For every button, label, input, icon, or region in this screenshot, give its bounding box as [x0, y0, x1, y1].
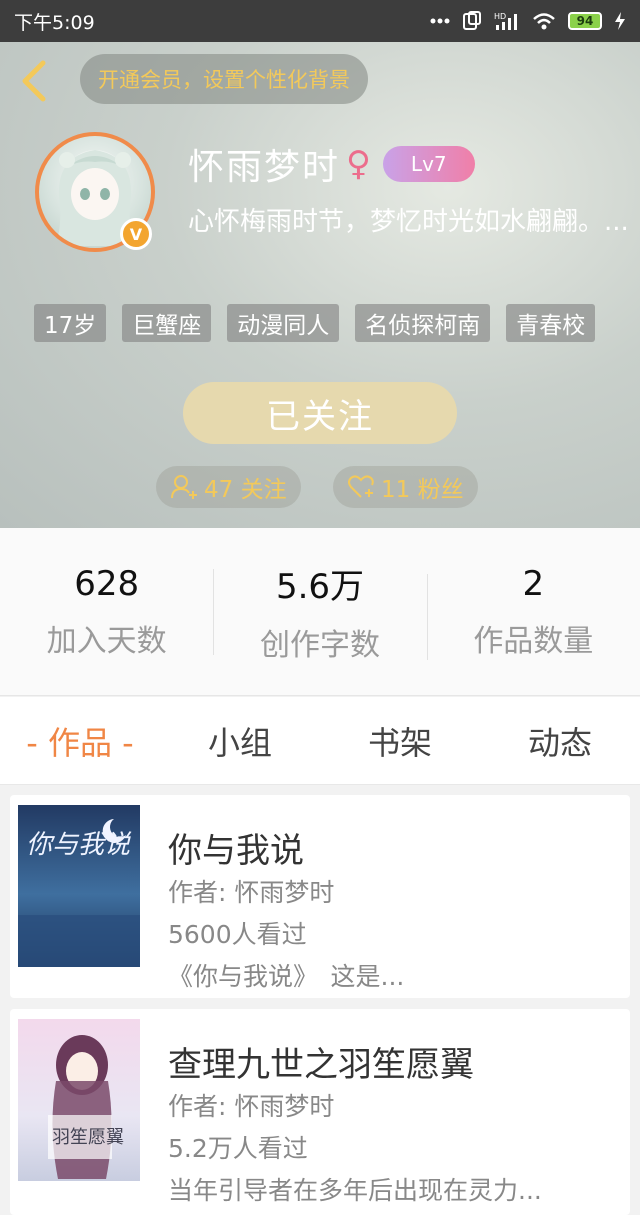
book-title: 查理九世之羽笙愿翼 [168, 1045, 474, 1085]
book-views: 5600人看过 [168, 920, 307, 949]
book-views: 5.2万人看过 [168, 1134, 308, 1163]
tag-item[interactable]: 动漫同人 [227, 304, 340, 342]
stat-works-count: 2 作品数量 [426, 563, 640, 660]
book-author: 作者: 怀雨梦时 [168, 1092, 335, 1121]
book-desc: 《你与我说》 这是... [168, 962, 405, 991]
username: 怀雨梦时 [188, 147, 341, 188]
tag-item[interactable]: 17岁 [34, 304, 107, 342]
book-desc: 当年引导者在多年后出现在灵力... [168, 1176, 542, 1205]
book-cover-art: 你与我说 [18, 805, 140, 967]
back-button[interactable] [14, 56, 54, 106]
user-tags: 17岁 巨蟹座 动漫同人 名侦探柯南 青春校 [34, 304, 596, 342]
more-icon [430, 18, 450, 24]
vip-background-prompt[interactable]: 开通会员，设置个性化背景 [80, 54, 368, 104]
status-time: 下午5:09 [14, 11, 95, 34]
user-add-icon [171, 475, 197, 499]
book-cover: 羽笙愿翼 [18, 1019, 140, 1181]
book-cover: 你与我说 [18, 805, 140, 967]
tab-bookshelf[interactable]: 书架 [320, 697, 480, 784]
battery-icon: 94 [568, 12, 602, 30]
cover-title: 你与我说 [26, 830, 132, 860]
wifi-icon [532, 11, 556, 31]
status-icons: HD 94 [430, 11, 626, 31]
level-badge: Lv7 [382, 146, 475, 182]
tag-item[interactable]: 名侦探柯南 [355, 304, 491, 342]
stats-bar: 628 加入天数 5.6万 创作字数 2 作品数量 [0, 528, 640, 696]
screen-mirror-icon [462, 11, 482, 31]
profile-tabs: - 作品 - 小组 书架 动态 [0, 697, 640, 785]
hd-signal-icon: HD [494, 11, 520, 31]
book-author: 作者: 怀雨梦时 [168, 878, 335, 907]
following-button[interactable]: 47 关注 [156, 466, 301, 508]
verified-badge: V [120, 218, 152, 250]
stat-label: 加入天数 [46, 623, 167, 659]
book-card[interactable]: 你与我说 你与我说 作者: 怀雨梦时 5600人看过 《你与我说》 这是... [10, 795, 630, 998]
svg-text:HD: HD [494, 12, 506, 21]
tag-item[interactable]: 巨蟹座 [122, 304, 212, 342]
stat-word-count: 5.6万 创作字数 [213, 559, 426, 664]
following-count: 47 关注 [204, 477, 287, 503]
stat-label: 创作字数 [259, 628, 380, 663]
fans-count: 11 粉丝 [381, 477, 464, 503]
tab-works[interactable]: - 作品 - [0, 697, 160, 784]
user-bio: 心怀梅雨时节，梦忆时光如水翩翩。... [188, 207, 629, 237]
stat-label: 作品数量 [473, 623, 594, 659]
works-list: 你与我说 你与我说 作者: 怀雨梦时 5600人看过 《你与我说》 这是... [0, 785, 640, 1215]
status-bar: 下午5:09 HD 94 [0, 0, 640, 42]
profile-header: 开通会员，设置个性化背景 V 怀雨梦时 ♀ Lv7 心怀梅雨时节，梦忆时光如水翩… [0, 42, 640, 528]
charging-icon [614, 11, 626, 31]
stat-value: 5.6万 [275, 567, 365, 607]
tab-groups[interactable]: 小组 [160, 697, 320, 784]
stat-value: 2 [522, 563, 545, 604]
chevron-left-icon [22, 60, 46, 102]
fans-button[interactable]: 11 粉丝 [333, 466, 478, 508]
stat-value: 628 [74, 563, 140, 604]
heart-add-icon [348, 475, 374, 498]
book-card[interactable]: 羽笙愿翼 查理九世之羽笙愿翼 作者: 怀雨梦时 5.2万人看过 当年引导者在多年… [10, 1009, 630, 1215]
follow-button[interactable]: 已关注 [183, 382, 457, 444]
cover-title: 羽笙愿翼 [52, 1127, 124, 1148]
tag-item[interactable]: 青春校 [506, 304, 596, 342]
username-row: 怀雨梦时 ♀ Lv7 [188, 138, 475, 190]
book-title: 你与我说 [168, 831, 304, 871]
stat-join-days: 628 加入天数 [0, 564, 213, 660]
female-icon: ♀ [346, 144, 371, 184]
tab-activity[interactable]: 动态 [480, 697, 640, 784]
book-cover-art: 羽笙愿翼 [18, 1019, 140, 1181]
